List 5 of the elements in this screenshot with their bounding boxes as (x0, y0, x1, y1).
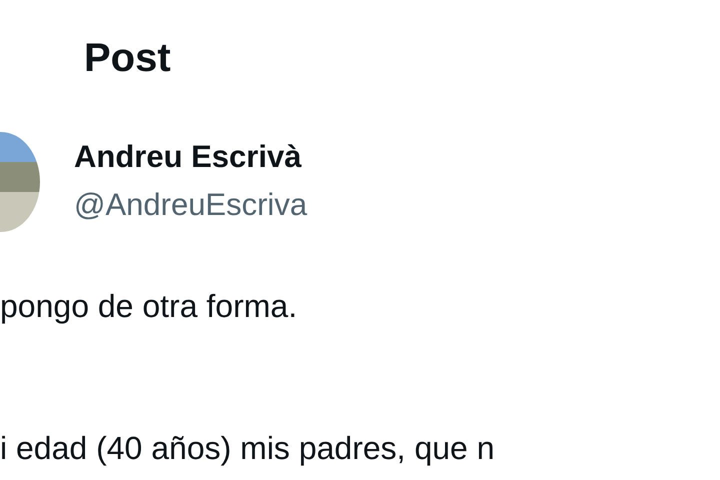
post-text: pongo de otra forma. (0, 287, 298, 326)
author-name[interactable]: Andreu Escrivà (74, 137, 308, 177)
page-title: Post (84, 35, 171, 82)
post-text: i edad (40 años) mis padres, que n (0, 429, 495, 468)
author-handle[interactable]: @AndreuEscriva (74, 183, 308, 227)
